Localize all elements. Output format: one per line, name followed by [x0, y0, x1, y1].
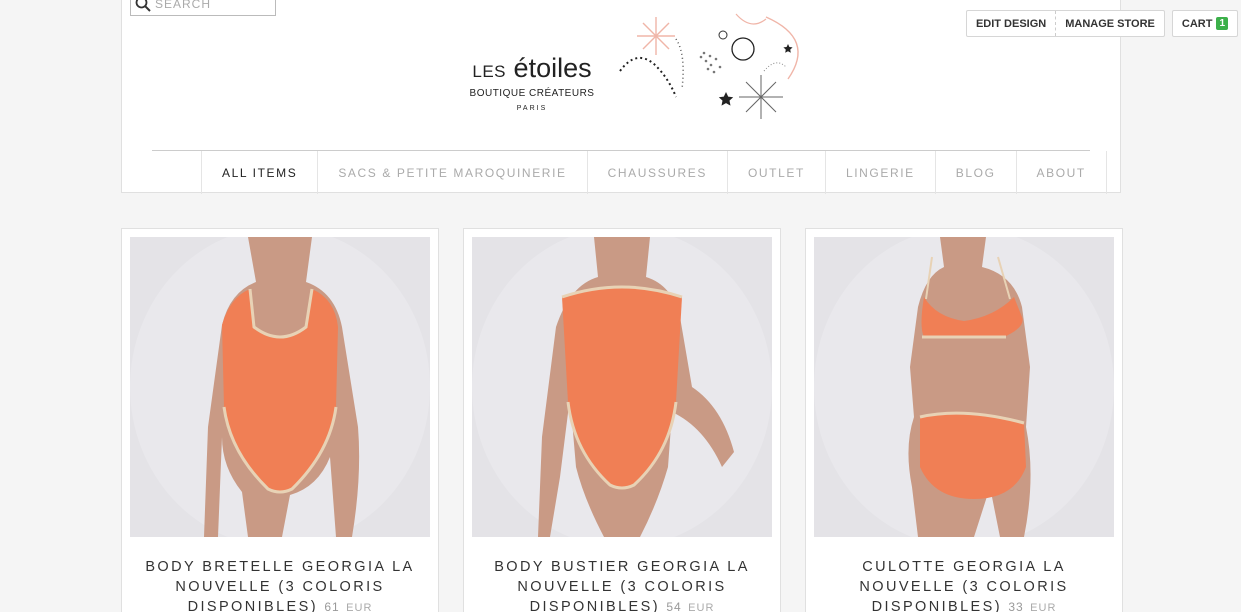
product-image[interactable] [472, 237, 772, 537]
cart-button[interactable]: CART 1 [1173, 11, 1237, 36]
admin-bar: EDIT DESIGN MANAGE STORE CART 1 [965, 10, 1238, 37]
product-currency: EUR [1030, 602, 1057, 612]
product-price: 54 [666, 600, 682, 612]
search-icon[interactable] [135, 0, 151, 12]
nav-item-blog[interactable]: BLOG [936, 151, 1017, 194]
product-currency: EUR [346, 602, 373, 612]
nav-item-all-items[interactable]: ALL ITEMS [202, 151, 319, 194]
product-price: 61 [324, 600, 340, 612]
logo-subtitle: BOUTIQUE CRÉATEURS [469, 88, 595, 99]
nav-item-sacs[interactable]: SACS & PETITE MAROQUINERIE [318, 151, 588, 194]
search-input[interactable] [155, 0, 265, 11]
product-card[interactable]: BODY BUSTIER GEORGIA LA NOUVELLE (3 COLO… [463, 228, 781, 612]
nav-item-about[interactable]: ABOUT [1017, 151, 1107, 194]
category-nav: ALL ITEMS SACS & PETITE MAROQUINERIE CHA… [201, 151, 1107, 194]
product-grid: BODY BRETELLE GEORGIA LA NOUVELLE (3 COL… [121, 228, 1123, 612]
product-card[interactable]: CULOTTE GEORGIA LA NOUVELLE (3 COLORIS D… [805, 228, 1123, 612]
cart-group: CART 1 [1171, 10, 1238, 37]
nav-item-chaussures[interactable]: CHAUSSURES [588, 151, 728, 194]
product-image[interactable] [130, 237, 430, 537]
product-info[interactable]: BODY BUSTIER GEORGIA LA NOUVELLE (3 COLO… [472, 557, 772, 612]
model-photo-icon [472, 237, 772, 537]
product-price: 33 [1008, 600, 1024, 612]
stars-decoration-icon [619, 13, 799, 119]
logo-city: PARIS [516, 105, 548, 112]
nav-item-lingerie[interactable]: LINGERIE [826, 151, 936, 194]
product-info[interactable]: CULOTTE GEORGIA LA NOUVELLE (3 COLORIS D… [814, 557, 1114, 612]
edit-design-button[interactable]: EDIT DESIGN [967, 11, 1055, 36]
store-logo[interactable]: LES étoiles BOUTIQUE CRÉATEURS PARIS [462, 53, 602, 112]
nav-item-outlet[interactable]: OUTLET [728, 151, 826, 194]
search-box [130, 0, 276, 16]
product-card[interactable]: BODY BRETELLE GEORGIA LA NOUVELLE (3 COL… [121, 228, 439, 612]
cart-label: CART [1181, 17, 1213, 30]
product-currency: EUR [688, 602, 715, 612]
logo-wordmark: LES étoiles [472, 53, 592, 83]
store-admin-group: EDIT DESIGN MANAGE STORE [965, 10, 1165, 37]
manage-store-button[interactable]: MANAGE STORE [1055, 11, 1164, 36]
product-image[interactable] [814, 237, 1114, 537]
product-name: BODY BRETELLE GEORGIA LA NOUVELLE (3 COL… [145, 559, 415, 612]
product-info[interactable]: BODY BRETELLE GEORGIA LA NOUVELLE (3 COL… [130, 557, 430, 612]
model-photo-icon [130, 237, 430, 537]
cart-count-badge: 1 [1216, 17, 1228, 30]
model-photo-icon [814, 237, 1114, 537]
